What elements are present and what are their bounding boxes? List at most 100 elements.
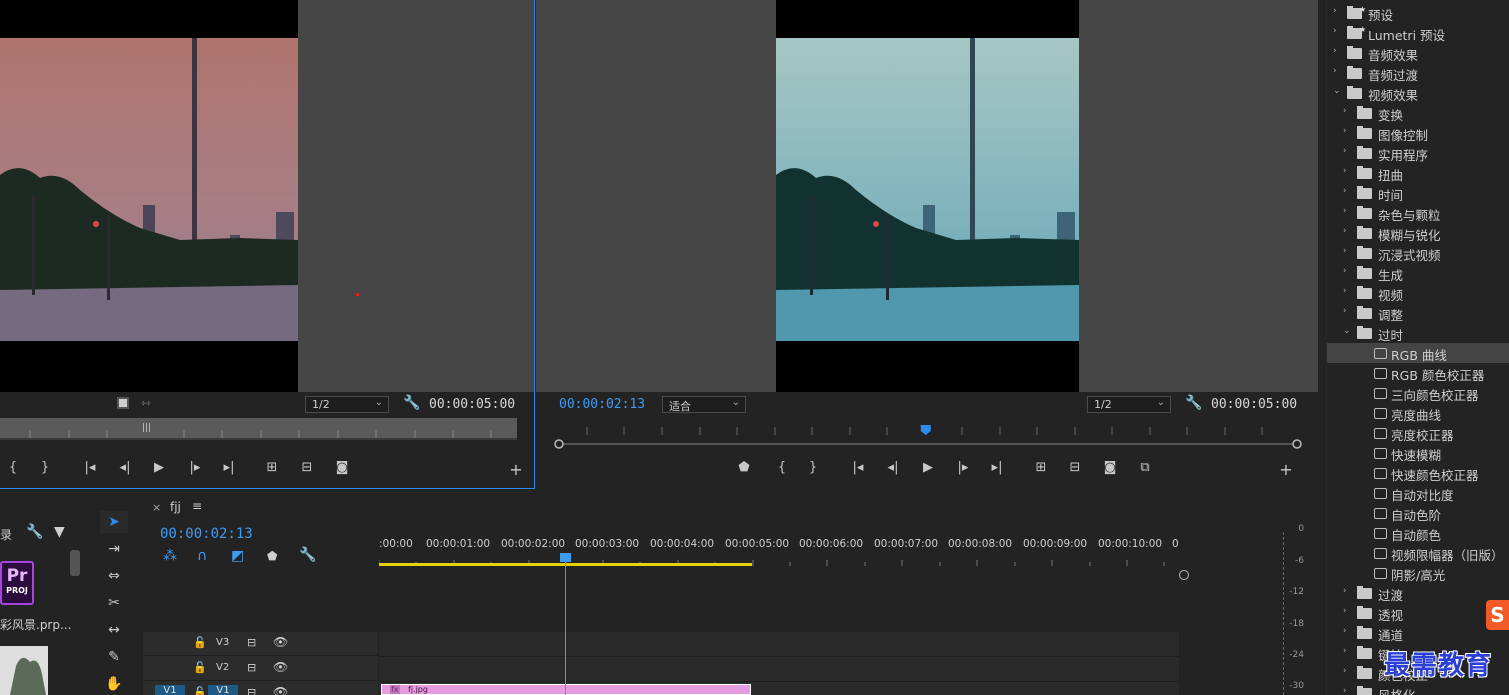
- effect-folder[interactable]: › 时间: [1327, 183, 1509, 203]
- mark-out-button[interactable]: }: [803, 459, 823, 477]
- source-patch-v1[interactable]: V1: [155, 685, 185, 695]
- export-frame-icon[interactable]: [117, 397, 129, 409]
- chevron-right-icon[interactable]: ›: [1343, 666, 1347, 676]
- effect-folder[interactable]: › 图像控制: [1327, 123, 1509, 143]
- pen-tool-icon[interactable]: ✎: [100, 646, 128, 668]
- chevron-right-icon[interactable]: ›: [1343, 286, 1347, 296]
- chevron-right-icon[interactable]: ›: [1343, 266, 1347, 276]
- overwrite-button[interactable]: ⊟: [297, 459, 317, 477]
- go-to-out-button[interactable]: ▸|: [219, 459, 239, 477]
- project-scrollbar[interactable]: [70, 550, 80, 576]
- effect-item[interactable]: 自动对比度: [1327, 483, 1509, 503]
- eye-icon[interactable]: 👁: [273, 660, 288, 674]
- lock-icon[interactable]: 🔓: [193, 686, 207, 695]
- effect-folder[interactable]: › 视频: [1327, 283, 1509, 303]
- chevron-down-icon[interactable]: ⌄: [1343, 326, 1351, 336]
- timeline-playhead-handle[interactable]: [560, 553, 571, 562]
- track-header-v2[interactable]: 🔓 V2 ⊟ 👁: [143, 657, 378, 681]
- add-button-icon[interactable]: +: [506, 461, 526, 479]
- chevron-right-icon[interactable]: ›: [1343, 146, 1347, 156]
- program-playhead[interactable]: [920, 425, 931, 435]
- chevron-right-icon[interactable]: ›: [1343, 606, 1347, 616]
- selection-tool-icon[interactable]: ➤: [100, 511, 128, 533]
- camera-icon[interactable]: ◙: [332, 459, 352, 477]
- mark-out-button[interactable]: }: [35, 459, 55, 477]
- effect-item[interactable]: 快速模糊: [1327, 443, 1509, 463]
- chevron-right-icon[interactable]: ›: [1343, 646, 1347, 656]
- track-select-tool-icon[interactable]: ⇥: [100, 538, 128, 560]
- media-thumbnail[interactable]: [0, 646, 48, 695]
- chevron-right-icon[interactable]: ›: [1333, 46, 1337, 56]
- razor-tool-icon[interactable]: ✂: [100, 592, 128, 614]
- effect-folder[interactable]: › 生成: [1327, 263, 1509, 283]
- chevron-right-icon[interactable]: ›: [1333, 6, 1337, 16]
- insert-icon[interactable]: ⇿: [141, 396, 151, 410]
- sync-lock-icon[interactable]: ⊟: [247, 661, 256, 674]
- source-scrubber[interactable]: |||: [0, 418, 517, 438]
- effect-folder[interactable]: › ★ 预设: [1327, 3, 1509, 23]
- chevron-right-icon[interactable]: ›: [1343, 166, 1347, 176]
- program-current-time[interactable]: 00:00:02:13: [559, 397, 645, 412]
- effect-item[interactable]: 视频限幅器（旧版）: [1327, 543, 1509, 563]
- zoom-handle[interactable]: [1179, 570, 1189, 580]
- effect-folder[interactable]: › 风格化: [1327, 683, 1509, 695]
- track-area[interactable]: fx fj.jpg: [379, 632, 1179, 695]
- mark-in-button[interactable]: {: [772, 459, 792, 477]
- effect-item[interactable]: 自动颜色: [1327, 523, 1509, 543]
- insert-button[interactable]: ⊞: [262, 459, 282, 477]
- effect-folder[interactable]: › 实用程序: [1327, 143, 1509, 163]
- wrench-icon[interactable]: 🔧: [1185, 395, 1202, 411]
- effect-folder[interactable]: ⌄ 过时: [1327, 323, 1509, 343]
- chevron-right-icon[interactable]: ›: [1343, 686, 1347, 695]
- timeline-current-time[interactable]: 00:00:02:13: [160, 526, 253, 542]
- play-button[interactable]: ▶: [918, 459, 938, 477]
- eye-icon[interactable]: 👁: [273, 635, 288, 649]
- effect-item[interactable]: 阴影/高光: [1327, 563, 1509, 583]
- video-clip[interactable]: fx fj.jpg: [381, 684, 751, 695]
- project-file-name[interactable]: 彩风景.prp...: [0, 616, 71, 633]
- add-marker-icon[interactable]: ⬟: [267, 549, 277, 563]
- effect-folder[interactable]: › 沉浸式视频: [1327, 243, 1509, 263]
- ripple-edit-tool-icon[interactable]: ⇔: [100, 565, 128, 587]
- chevron-right-icon[interactable]: ›: [1333, 66, 1337, 76]
- go-to-in-button[interactable]: |◂: [848, 459, 868, 477]
- sync-lock-icon[interactable]: ⊟: [247, 686, 256, 695]
- effect-folder[interactable]: › 透视: [1327, 603, 1509, 623]
- project-file-icon[interactable]: Pr PROJ: [0, 561, 34, 605]
- effect-item[interactable]: RGB 曲线: [1327, 343, 1509, 363]
- chevron-right-icon[interactable]: ›: [1333, 26, 1337, 36]
- source-video-frame[interactable]: [0, 0, 298, 392]
- play-button[interactable]: ▶: [149, 459, 169, 477]
- go-to-out-button[interactable]: ▸|: [987, 459, 1007, 477]
- chevron-right-icon[interactable]: ›: [1343, 586, 1347, 596]
- linked-selection-icon[interactable]: ◩: [231, 548, 244, 564]
- effect-folder[interactable]: › 杂色与颗粒: [1327, 203, 1509, 223]
- effect-item[interactable]: 自动色阶: [1327, 503, 1509, 523]
- chevron-right-icon[interactable]: ›: [1343, 126, 1347, 136]
- filter-icon[interactable]: ▼: [54, 524, 65, 540]
- effect-item[interactable]: 亮度曲线: [1327, 403, 1509, 423]
- effect-folder[interactable]: › ★ Lumetri 预设: [1327, 23, 1509, 43]
- effect-folder[interactable]: › 调整: [1327, 303, 1509, 323]
- effect-folder[interactable]: ⌄ 视频效果: [1327, 83, 1509, 103]
- effect-folder[interactable]: › 音频过渡: [1327, 63, 1509, 83]
- program-zoom-select[interactable]: 1/2 ⌄: [1087, 396, 1171, 413]
- sync-lock-icon[interactable]: ⊟: [247, 636, 256, 649]
- lock-icon[interactable]: 🔓: [193, 661, 207, 674]
- effect-folder[interactable]: › 过渡: [1327, 583, 1509, 603]
- snap-magnet-icon[interactable]: ∩: [197, 548, 207, 564]
- slip-tool-icon[interactable]: ↔: [100, 619, 128, 641]
- track-header-v1[interactable]: V1 🔓 V1 ⊟ 👁: [143, 682, 378, 695]
- effect-folder[interactable]: › 变换: [1327, 103, 1509, 123]
- lock-icon[interactable]: 🔓: [193, 636, 207, 649]
- step-back-button[interactable]: ◂|: [883, 459, 903, 477]
- chevron-right-icon[interactable]: ›: [1343, 226, 1347, 236]
- effect-folder[interactable]: › 扭曲: [1327, 163, 1509, 183]
- comparison-view-icon[interactable]: ⧉: [1135, 459, 1155, 477]
- effect-item[interactable]: 快速颜色校正器: [1327, 463, 1509, 483]
- nest-icon[interactable]: ⁂: [163, 548, 177, 564]
- chevron-right-icon[interactable]: ›: [1343, 306, 1347, 316]
- chevron-right-icon[interactable]: ›: [1343, 106, 1347, 116]
- chevron-right-icon[interactable]: ›: [1343, 186, 1347, 196]
- sequence-tab[interactable]: fjj: [170, 500, 181, 514]
